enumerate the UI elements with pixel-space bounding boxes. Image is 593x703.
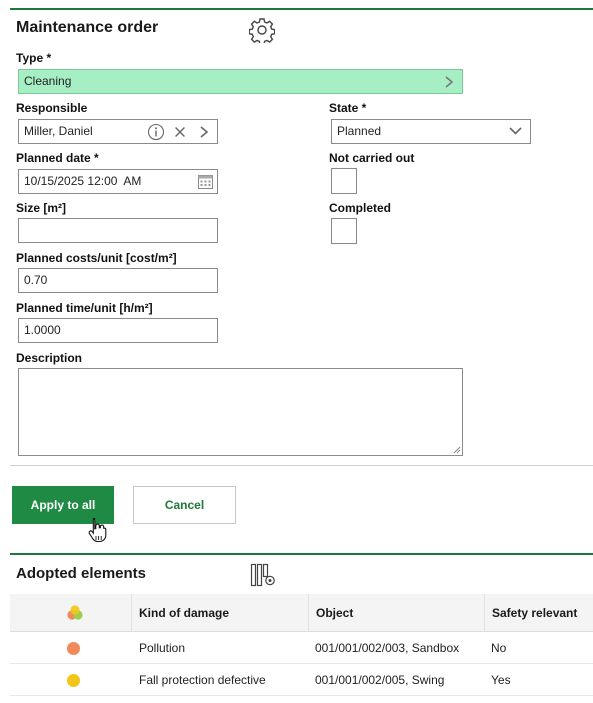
not-carried-out-checkbox[interactable] xyxy=(331,168,357,194)
description-textarea[interactable] xyxy=(18,368,463,456)
state-label: State * xyxy=(329,101,367,115)
completed-label: Completed xyxy=(329,201,392,215)
type-value: Cleaning xyxy=(24,74,72,88)
cell-safety: Yes xyxy=(491,673,511,687)
responsible-label: Responsible xyxy=(16,101,88,115)
hand-cursor-icon xyxy=(88,517,107,543)
chevron-right-icon[interactable] xyxy=(195,123,213,141)
column-header-safety[interactable]: Safety relevant xyxy=(484,594,593,632)
clear-icon[interactable] xyxy=(171,123,189,141)
size-input[interactable] xyxy=(18,218,218,243)
chevron-right-icon[interactable] xyxy=(444,76,454,88)
type-label: Type * xyxy=(16,51,52,65)
cell-object: 001/001/002/005, Swing xyxy=(315,673,445,687)
table-row[interactable]: Fall protection defective 001/001/002/00… xyxy=(10,664,593,696)
cell-object: 001/001/002/003, Sandbox xyxy=(315,641,460,655)
not-carried-out-label: Not carried out xyxy=(329,151,415,165)
planned-date-value: 10/15/2025 12:00 AM xyxy=(24,174,142,188)
planned-date-field[interactable]: 10/15/2025 12:00 AM xyxy=(18,169,218,194)
planned-time-label: Planned time/unit [h/m²] xyxy=(16,301,153,315)
description-label: Description xyxy=(16,351,83,365)
gear-icon[interactable] xyxy=(248,17,276,46)
section-rule xyxy=(10,553,593,555)
planned-date-label: Planned date * xyxy=(16,151,99,165)
size-label: Size [m²] xyxy=(16,201,67,215)
calendar-icon[interactable] xyxy=(197,173,214,190)
chevron-down-icon xyxy=(509,127,522,135)
info-icon[interactable] xyxy=(147,123,165,141)
responsible-value: Miller, Daniel xyxy=(24,124,93,138)
cell-kind: Fall protection defective xyxy=(139,673,266,687)
resize-handle-icon[interactable] xyxy=(453,446,461,454)
cell-kind: Pollution xyxy=(139,641,186,655)
cancel-button[interactable]: Cancel xyxy=(133,486,236,524)
column-header-object[interactable]: Object xyxy=(308,594,484,632)
completed-checkbox[interactable] xyxy=(331,218,357,244)
form-title: Maintenance order xyxy=(16,19,159,36)
type-field[interactable]: Cleaning xyxy=(18,69,463,94)
section-divider xyxy=(10,465,593,466)
responsible-field[interactable]: Miller, Daniel xyxy=(18,119,218,144)
planned-costs-label: Planned costs/unit [cost/m²] xyxy=(16,251,177,265)
adopted-elements-title: Adopted elements xyxy=(16,565,147,582)
state-value: Planned xyxy=(337,124,382,138)
table-header: Kind of damage Object Safety relevant xyxy=(10,594,593,632)
table-row[interactable]: Pollution 001/001/002/003, Sandbox No xyxy=(10,632,593,664)
column-settings-icon[interactable] xyxy=(250,563,276,587)
planned-time-value: 1.0000 xyxy=(24,323,61,337)
status-dot xyxy=(67,674,80,687)
status-dot xyxy=(67,642,80,655)
state-select[interactable]: Planned xyxy=(331,119,531,144)
status-dots-icon xyxy=(66,604,84,622)
cell-safety: No xyxy=(491,641,507,655)
planned-costs-value: 0.70 xyxy=(24,273,48,287)
planned-costs-input[interactable]: 0.70 xyxy=(18,268,218,293)
column-header-kind[interactable]: Kind of damage xyxy=(131,594,309,632)
header-rule xyxy=(10,8,593,10)
planned-time-input[interactable]: 1.0000 xyxy=(18,318,218,343)
